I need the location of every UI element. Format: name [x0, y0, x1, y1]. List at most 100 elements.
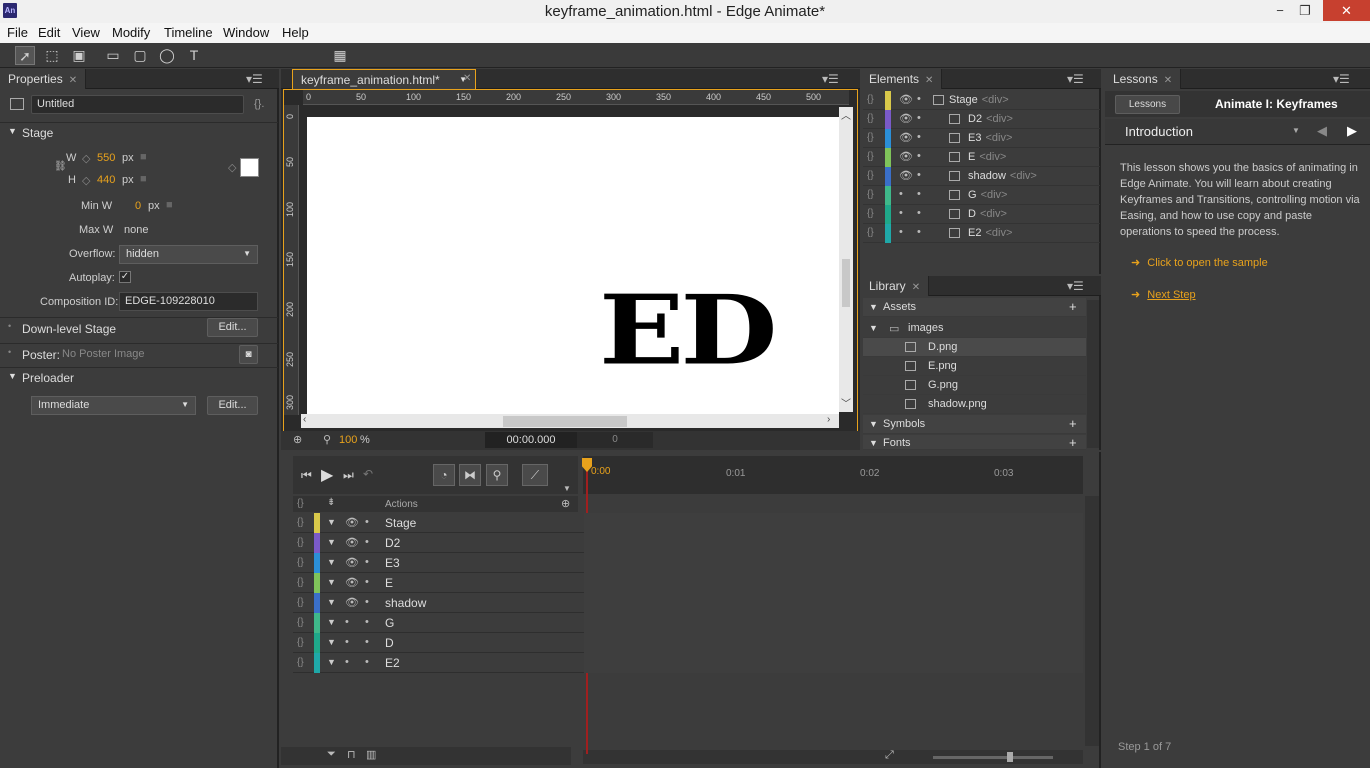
code-braces-icon[interactable]: {}. — [254, 98, 264, 110]
lock-dot-icon[interactable]: • — [365, 576, 369, 588]
lesson-section-select[interactable]: Introduction — [1125, 124, 1193, 139]
code-braces-icon[interactable]: {} — [867, 227, 874, 238]
expand-triangle-icon[interactable]: ▼ — [327, 597, 336, 607]
min-width-toggle[interactable]: ■ — [166, 199, 173, 211]
timeline-row[interactable]: {} ▼ 👁 • Stage — [293, 513, 1083, 533]
go-to-start-icon[interactable]: ⏮ — [301, 468, 312, 483]
link-dimensions-icon[interactable]: ⛓ — [54, 161, 67, 172]
stage-text[interactable]: ED — [599, 283, 777, 378]
code-braces-icon[interactable]: {} — [867, 189, 874, 200]
timeline-row[interactable]: {} ▼ • • D — [293, 633, 1083, 653]
tab-lessons[interactable]: Lessons ✕ — [1105, 69, 1182, 89]
menu-help[interactable]: Help — [282, 25, 309, 40]
auto-transition-icon[interactable]: ⧓ — [459, 464, 481, 486]
open-sample-link[interactable]: ➜ Click to open the sample — [1131, 256, 1268, 269]
code-braces-icon[interactable]: {} — [297, 537, 304, 548]
keyframe-diamond-icon[interactable]: ◇ — [228, 161, 236, 174]
code-braces-icon[interactable]: {} — [867, 132, 874, 143]
autoplay-checkbox[interactable]: ✓ — [119, 271, 131, 283]
panel-menu-icon[interactable]: ▾☰ — [1067, 279, 1084, 293]
time-ruler[interactable]: 0:00 0:01 0:02 0:03 — [583, 456, 1083, 494]
zoom-value[interactable]: 100 — [339, 434, 357, 446]
timeline-row[interactable]: {} ▼ • • G — [293, 613, 1083, 633]
width-percent-toggle[interactable]: ■ — [140, 151, 147, 163]
close-icon[interactable]: ✕ — [463, 73, 471, 84]
add-font-icon[interactable]: + — [1069, 435, 1077, 450]
camera-icon[interactable]: ◙ — [239, 345, 258, 364]
library-file[interactable]: shadow.png — [863, 395, 1086, 414]
tab-document[interactable]: keyframe_animation.html* ▼ — [292, 69, 476, 89]
expand-triangle-icon[interactable]: ▼ — [327, 557, 336, 567]
dot-icon[interactable]: • — [345, 616, 349, 628]
code-braces-icon[interactable]: {} — [867, 94, 874, 105]
element-row[interactable]: {} 👁 • E <div> — [863, 148, 1100, 167]
code-braces-icon[interactable]: {} — [867, 151, 874, 162]
collapse-all-icon[interactable]: ⇟ — [327, 497, 335, 508]
chevron-left-icon[interactable]: ‹ — [303, 414, 306, 425]
lock-dot-icon[interactable]: • — [365, 636, 369, 648]
lock-dot-icon[interactable]: • — [917, 93, 921, 105]
element-row[interactable]: {} 👁 • shadow <div> — [863, 167, 1100, 186]
clipping-tool-icon[interactable]: ▣ — [69, 46, 89, 65]
height-value[interactable]: 440 — [97, 174, 115, 186]
lock-icon[interactable]: ⊓ — [347, 748, 356, 761]
menu-file[interactable]: File — [7, 25, 28, 40]
timeline-zoom-thumb[interactable] — [1007, 752, 1013, 762]
timeline-zoom-slider[interactable] — [933, 756, 1053, 759]
rounded-rectangle-tool-icon[interactable]: ▢ — [130, 46, 150, 65]
overflow-select[interactable]: hidden ▼ — [119, 245, 258, 264]
maximize-button[interactable]: ❐ — [1290, 0, 1320, 21]
timeline-scrollbar[interactable] — [1085, 496, 1099, 746]
min-width-value[interactable]: 0 — [135, 200, 141, 212]
preloader-select[interactable]: Immediate ▼ — [31, 396, 196, 415]
width-unit[interactable]: px — [122, 152, 134, 164]
expand-triangle-icon[interactable]: ▼ — [327, 517, 336, 527]
add-asset-icon[interactable]: + — [1069, 299, 1077, 314]
tab-library[interactable]: Library ✕ — [861, 276, 930, 296]
timeline-row[interactable]: {} ▼ 👁 • E — [293, 573, 1083, 593]
chevron-up-icon[interactable]: ︿ — [841, 107, 851, 122]
text-tool-icon[interactable]: T — [184, 46, 204, 65]
eye-icon[interactable]: 👁 — [345, 516, 359, 529]
eye-icon[interactable]: 👁 — [899, 150, 913, 163]
timeline-track[interactable] — [584, 633, 1083, 653]
assets-section[interactable]: ▼ Assets + — [863, 298, 1086, 317]
stage-section[interactable]: ▼ Stage — [0, 122, 278, 142]
close-icon[interactable]: ✕ — [1164, 75, 1172, 86]
code-braces-icon[interactable]: {} — [297, 597, 304, 608]
lock-dot-icon[interactable]: • — [365, 536, 369, 548]
code-braces-icon[interactable]: {} — [867, 208, 874, 219]
menu-view[interactable]: View — [72, 25, 100, 40]
chevron-right-icon[interactable]: › — [827, 414, 830, 425]
keyframe-diamond-icon[interactable]: ◇ — [82, 152, 90, 165]
horizontal-scrollbar[interactable]: ‹ › — [301, 414, 839, 428]
element-row[interactable]: {} • • G <div> — [863, 186, 1100, 205]
dot-icon[interactable]: • — [345, 636, 349, 648]
timeline-track[interactable] — [584, 613, 1083, 633]
frame-display[interactable]: 0 — [577, 432, 653, 448]
down-level-edit-button[interactable]: Edit... — [207, 318, 258, 337]
undo-icon[interactable]: ↶ — [363, 467, 373, 481]
lock-dot-icon[interactable]: • — [365, 596, 369, 608]
fit-icon[interactable]: ⤢ — [885, 749, 894, 762]
element-row[interactable]: {} 👁 • D2 <div> — [863, 110, 1100, 129]
chevron-down-icon[interactable]: ▼ — [1292, 126, 1300, 135]
next-step-icon[interactable]: ▶ — [1347, 123, 1357, 139]
previous-step-icon[interactable]: ◀ — [1317, 123, 1327, 139]
preloader-section[interactable]: ▼ Preloader — [0, 367, 278, 387]
expand-triangle-icon[interactable]: ▼ — [327, 617, 336, 627]
element-row[interactable]: {} 👁 • Stage <div> — [863, 91, 1100, 110]
panel-menu-icon[interactable]: ▾☰ — [822, 72, 839, 86]
chevron-down-icon[interactable]: ▼ — [563, 484, 571, 493]
library-file[interactable]: E.png — [863, 357, 1086, 376]
menu-edit[interactable]: Edit — [38, 25, 60, 40]
timeline-row[interactable]: {} ▼ 👁 • E3 — [293, 553, 1083, 573]
code-braces-icon[interactable]: {} — [297, 498, 304, 509]
eye-icon[interactable]: 👁 — [899, 169, 913, 182]
lock-dot-icon[interactable]: • — [917, 131, 921, 143]
play-icon[interactable]: ▶ — [321, 465, 333, 485]
code-braces-icon[interactable]: {} — [297, 617, 304, 628]
composition-id-field[interactable]: EDGE-109228010 — [119, 292, 258, 311]
chevron-down-icon[interactable]: ﹀ — [841, 395, 851, 410]
lock-dot-icon[interactable]: • — [917, 226, 921, 238]
